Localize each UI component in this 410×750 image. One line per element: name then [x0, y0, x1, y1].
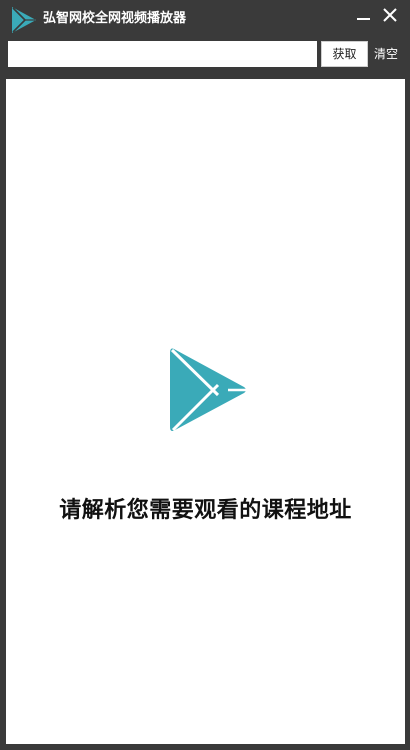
minimize-button[interactable] — [352, 4, 376, 26]
window-title: 弘智网校全网视频播放器 — [43, 11, 187, 26]
play-logo-icon — [168, 347, 248, 433]
app-window: 弘智网校全网视频播放器 获取 清空 请解析您需要观看的课程地址 — [0, 0, 410, 750]
close-button[interactable] — [378, 4, 402, 26]
player-area: 请解析您需要观看的课程地址 — [6, 79, 405, 744]
fetch-button[interactable]: 获取 — [321, 41, 368, 67]
prompt-text: 请解析您需要观看的课程地址 — [59, 498, 352, 523]
app-logo-icon — [11, 6, 37, 34]
title-bar[interactable]: 弘智网校全网视频播放器 — [0, 0, 410, 38]
url-input[interactable] — [8, 41, 317, 67]
toolbar: 获取 清空 — [0, 38, 410, 70]
clear-button[interactable]: 清空 — [374, 41, 398, 67]
minimize-icon — [357, 18, 370, 20]
